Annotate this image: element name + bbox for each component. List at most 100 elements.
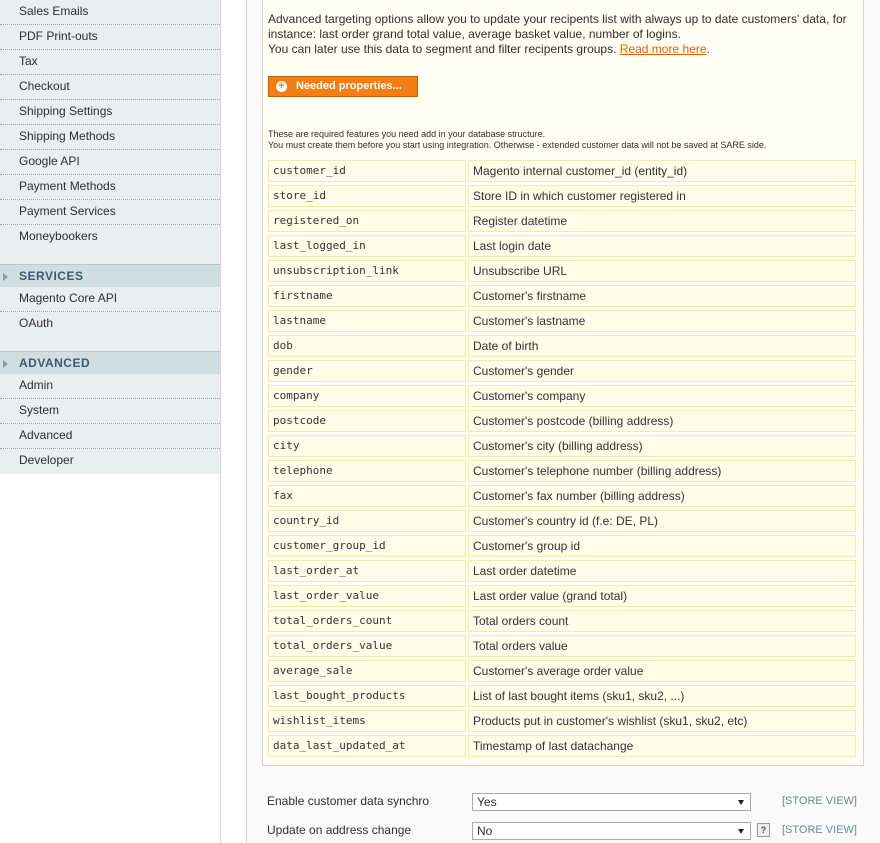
property-row: total_orders_value Total orders value [268, 635, 856, 660]
sidebar-item-pdf-printouts[interactable]: PDF Print-outs [0, 25, 220, 50]
property-code: dob [268, 335, 466, 357]
period: . [706, 42, 710, 56]
address-change-label: Update on address change [267, 823, 412, 837]
property-description: Store ID in which customer registered in [468, 185, 856, 207]
section-label: ADVANCED [19, 356, 91, 370]
requirements-note: These are required features you need add… [268, 129, 860, 151]
sidebar-item-admin[interactable]: Admin [0, 374, 220, 399]
sidebar-item-payment-services[interactable]: Payment Services [0, 200, 220, 225]
property-code: store_id [268, 185, 466, 207]
property-row: fax Customer's fax number (billing addres… [268, 485, 856, 510]
form-row-address-change: Update on address change No ? [STORE VIE… [267, 822, 867, 842]
note-line-2: You must create them before you start us… [268, 140, 767, 150]
property-row: last_logged_in Last login date [268, 235, 856, 260]
sidebar-item-advanced[interactable]: Advanced [0, 424, 220, 449]
property-row: last_bought_products List of last bought … [268, 685, 856, 710]
property-code: postcode [268, 410, 466, 432]
sidebar-item-system[interactable]: System [0, 399, 220, 424]
sidebar-item-checkout[interactable]: Checkout [0, 75, 220, 100]
scope-label: [STORE VIEW] [782, 795, 857, 807]
select-value: Yes [477, 795, 497, 809]
property-code: average_sale [268, 660, 466, 682]
property-code: telephone [268, 460, 466, 482]
plus-icon: + [276, 81, 287, 92]
property-description: Magento internal customer_id (entity_id) [468, 160, 856, 182]
sidebar-item-google-api[interactable]: Google API [0, 150, 220, 175]
property-description: Customer's city (billing address) [468, 435, 856, 457]
property-row: gender Customer's gender [268, 360, 856, 385]
property-description: Customer's telephone number (billing add… [468, 460, 856, 482]
property-code: lastname [268, 310, 466, 332]
intro-text: Advanced targeting options allow you to … [268, 12, 860, 57]
sidebar-group-services: Magento Core API OAuth [0, 287, 220, 351]
help-icon[interactable]: ? [757, 823, 770, 837]
chevron-down-icon [738, 829, 744, 834]
sidebar-item-developer[interactable]: Developer [0, 449, 220, 474]
property-row: lastname Customer's lastname [268, 310, 856, 335]
property-description: Last login date [468, 235, 856, 257]
property-code: wishlist_items [268, 710, 466, 732]
sidebar-item-moneybookers[interactable]: Moneybookers [0, 225, 220, 250]
property-description: Customer's postcode (billing address) [468, 410, 856, 432]
property-code: fax [268, 485, 466, 507]
property-row: postcode Customer's postcode (billing add… [268, 410, 856, 435]
property-row: firstname Customer's firstname [268, 285, 856, 310]
property-description: Customer's country id (f.e: DE, PL) [468, 510, 856, 532]
property-row: wishlist_items Products put in customer's… [268, 710, 856, 735]
property-row: country_id Customer's country id (f.e: DE… [268, 510, 856, 535]
property-code: country_id [268, 510, 466, 532]
sidebar-item-tax[interactable]: Tax [0, 50, 220, 75]
property-description: Customer's average order value [468, 660, 856, 682]
read-more-link[interactable]: Read more here [620, 42, 707, 56]
property-description: Date of birth [468, 335, 856, 357]
address-change-select[interactable]: No [472, 822, 751, 840]
property-code: last_bought_products [268, 685, 466, 707]
property-description: Customer's company [468, 385, 856, 407]
scope-label: [STORE VIEW] [782, 824, 857, 836]
sidebar-item-payment-methods[interactable]: Payment Methods [0, 175, 220, 200]
property-code: firstname [268, 285, 466, 307]
property-row: store_id Store ID in which customer regis… [268, 185, 856, 210]
sidebar-item-oauth[interactable]: OAuth [0, 312, 220, 337]
property-description: Customer's group id [468, 535, 856, 557]
property-code: last_logged_in [268, 235, 466, 257]
property-code: company [268, 385, 466, 407]
property-code: data_last_updated_at [268, 735, 466, 757]
sidebar-item-sales-emails[interactable]: Sales Emails [0, 0, 220, 25]
property-code: gender [268, 360, 466, 382]
property-code: last_order_at [268, 560, 466, 582]
property-code: registered_on [268, 210, 466, 232]
property-row: telephone Customer's telephone number (bi… [268, 460, 856, 485]
sidebar-section-advanced[interactable]: ADVANCED [0, 351, 220, 374]
advanced-targeting-info-box: Advanced targeting options allow you to … [262, 0, 864, 766]
property-description: Customer's lastname [468, 310, 856, 332]
property-code: city [268, 435, 466, 457]
properties-table: customer_id Magento internal customer_id … [268, 160, 856, 760]
property-description: Customer's gender [468, 360, 856, 382]
chevron-down-icon [738, 800, 744, 805]
sidebar-group-advanced: Admin System Advanced Developer [0, 374, 220, 474]
property-description: Register datetime [468, 210, 856, 232]
property-code: unsubscription_link [268, 260, 466, 282]
property-code: total_orders_count [268, 610, 466, 632]
customer-sync-label: Enable customer data synchro [267, 794, 430, 808]
property-code: total_orders_value [268, 635, 466, 657]
customer-sync-select[interactable]: Yes [472, 793, 751, 811]
property-code: last_order_value [268, 585, 466, 607]
sidebar-spacer [0, 250, 220, 264]
property-row: last_order_at Last order datetime [268, 560, 856, 585]
property-description: Total orders value [468, 635, 856, 657]
config-sidebar: Sales Emails PDF Print-outs Tax Checkout… [0, 0, 221, 843]
needed-properties-button[interactable]: + Needed properties... [268, 76, 418, 97]
sidebar-section-services[interactable]: SERVICES [0, 264, 220, 287]
sidebar-item-magento-core-api[interactable]: Magento Core API [0, 287, 220, 312]
form-row-customer-sync: Enable customer data synchro Yes [STORE … [267, 793, 867, 813]
property-row: total_orders_count Total orders count [268, 610, 856, 635]
property-description: Last order datetime [468, 560, 856, 582]
sidebar-item-shipping-methods[interactable]: Shipping Methods [0, 125, 220, 150]
sidebar-item-shipping-settings[interactable]: Shipping Settings [0, 100, 220, 125]
section-label: SERVICES [19, 269, 84, 283]
property-row: unsubscription_link Unsubscribe URL [268, 260, 856, 285]
property-row: dob Date of birth [268, 335, 856, 360]
property-description: Last order value (grand total) [468, 585, 856, 607]
